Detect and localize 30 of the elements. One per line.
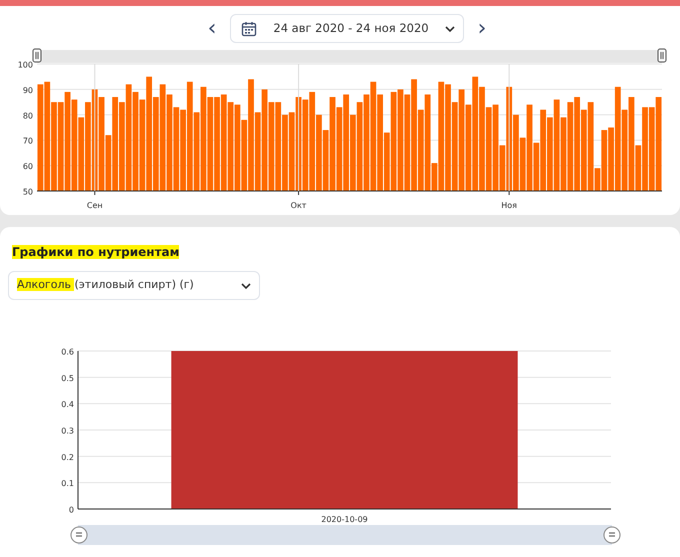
axis-tick-label: 0.1: [61, 478, 74, 488]
axis-tick-label: 90: [22, 86, 33, 96]
axis-tick-label: 70: [22, 136, 33, 146]
section-title: Графики по нутриентам: [12, 245, 180, 260]
axis-tick-label: Окт: [290, 201, 306, 210]
axis-tick-label: 50: [22, 188, 33, 197]
previous-button[interactable]: ‹: [202, 18, 222, 40]
caret-icon: [241, 282, 251, 290]
axis-tick-label: 0.3: [61, 426, 74, 436]
nutrient-select[interactable]: Алкоголь (этиловый спирт) (г): [8, 271, 260, 300]
range-handle[interactable]: [32, 48, 42, 63]
axis-tick-label: 0.4: [61, 400, 74, 409]
axis-tick-label: Сен: [86, 201, 103, 210]
range-handle[interactable]: [604, 526, 620, 544]
axis-tick-label: 60: [22, 162, 33, 172]
date-range-dropdown[interactable]: 24 авг 2020 - 24 ноя 2020: [230, 14, 464, 44]
range-handle[interactable]: [70, 526, 88, 544]
next-button[interactable]: ›: [472, 18, 492, 40]
caret-icon: [444, 24, 455, 33]
axis-tick-label: 100: [18, 60, 33, 70]
axis-tick-label: 0.2: [61, 452, 74, 462]
axis-tick-label: Ноя: [501, 201, 518, 210]
range-scrollbar[interactable]: [37, 50, 662, 64]
axis-tick-label: 0.5: [61, 374, 74, 383]
axis-tick-label: 2020-10-09: [321, 514, 368, 524]
axis-tick-label: 80: [22, 112, 33, 121]
axis-tick-label: 0.6: [61, 347, 74, 356]
calendar-icon: [241, 20, 258, 37]
range-handle[interactable]: [658, 48, 666, 63]
axis-tick-label: 0: [68, 505, 74, 514]
